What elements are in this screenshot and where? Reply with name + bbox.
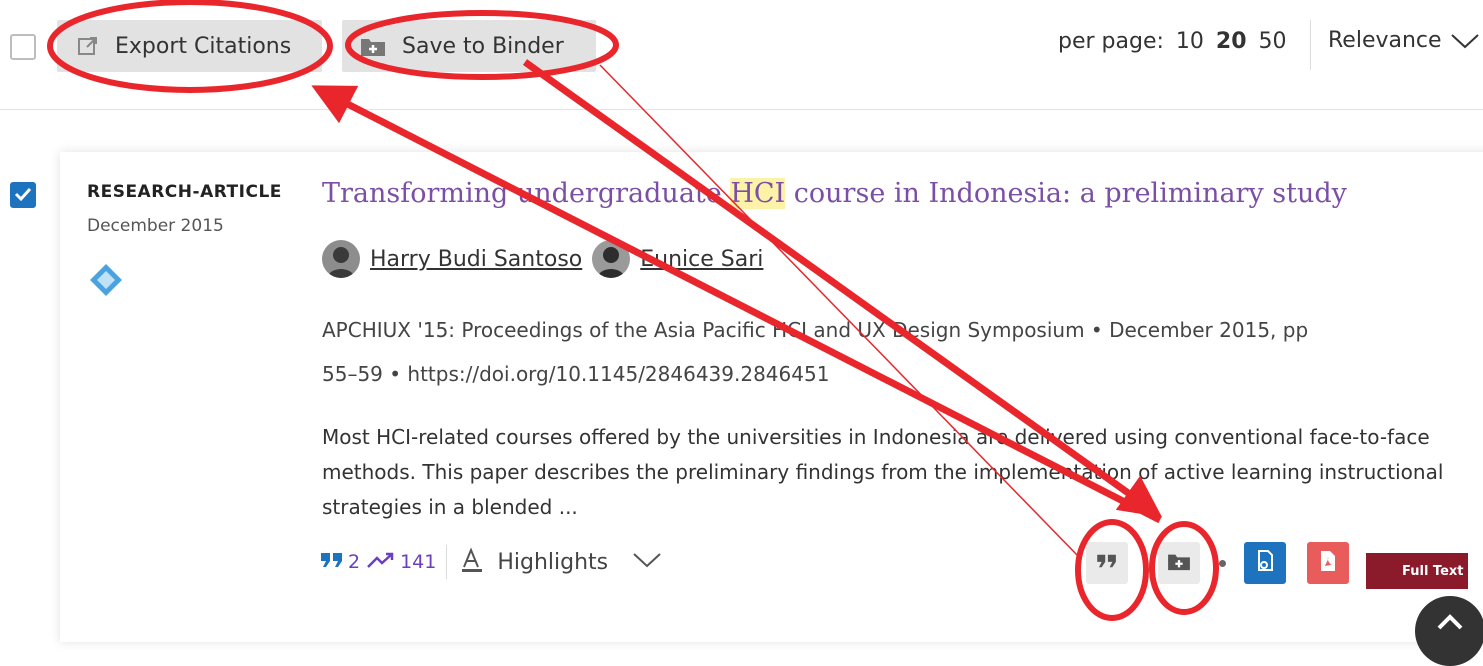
eye-document-icon (1253, 549, 1277, 577)
quote-icon (320, 551, 344, 574)
title-highlight: HCI (730, 178, 786, 209)
toolbar-divider (1310, 20, 1311, 70)
trending-up-icon (366, 551, 396, 574)
result-metrics: 2 141 Highlights (320, 545, 662, 579)
separator-dot (1219, 560, 1226, 567)
author-link[interactable]: Harry Budi Santoso (370, 247, 582, 272)
publication-info: APCHIUX '15: Proceedings of the Asia Pac… (322, 308, 1452, 396)
metrics-divider (446, 545, 448, 579)
result-type: RESEARCH-ARTICLE (87, 182, 282, 202)
folder-plus-icon (360, 35, 386, 57)
view-online-button[interactable] (1244, 542, 1286, 584)
highlights-toggle[interactable]: Highlights (497, 550, 608, 575)
folder-plus-icon (1167, 551, 1191, 575)
export-citations-button[interactable]: Export Citations (57, 20, 322, 72)
chevron-down-icon (1450, 32, 1480, 50)
per-page-label: per page: (1058, 29, 1164, 54)
acm-logo-icon (88, 262, 124, 302)
author-avatar (322, 240, 360, 278)
per-page-option-20[interactable]: 20 (1216, 29, 1247, 54)
citation-count: 2 (348, 551, 361, 573)
title-text-before: Transforming undergraduate (322, 178, 731, 209)
chevron-up-icon (1437, 614, 1463, 630)
per-page-option-50[interactable]: 50 (1259, 29, 1287, 54)
chevron-down-icon[interactable] (632, 551, 662, 574)
pdf-download-button[interactable] (1307, 542, 1349, 584)
result-select-checkbox[interactable] (10, 182, 36, 208)
author-link[interactable]: Eunice Sari (640, 247, 763, 272)
result-abstract: Most HCI-related courses offered by the … (322, 425, 1444, 519)
full-text-link[interactable]: Full Text (1366, 553, 1468, 589)
text-highlight-icon (459, 546, 485, 578)
title-text-after: course in Indonesia: a preliminary study (785, 178, 1347, 209)
result-title-link[interactable]: Transforming undergraduate HCI course in… (322, 178, 1347, 209)
sort-dropdown[interactable]: Relevance (1328, 28, 1480, 53)
pages-doi-line: 55–59 • https://doi.org/10.1145/2846439.… (322, 362, 830, 386)
pdf-icon (1317, 549, 1339, 577)
sort-label: Relevance (1328, 28, 1442, 53)
full-text-label: Full Text (1402, 563, 1464, 579)
proceedings-line: APCHIUX '15: Proceedings of the Asia Pac… (322, 318, 1309, 342)
download-count: 141 (400, 551, 437, 573)
export-citation-button[interactable] (1086, 542, 1128, 584)
author-list: Harry Budi Santoso Eunice Sari (322, 240, 773, 278)
quote-icon (1096, 553, 1118, 573)
per-page-option-10[interactable]: 10 (1176, 29, 1204, 54)
save-to-binder-label: Save to Binder (402, 33, 564, 59)
external-link-icon (77, 35, 99, 57)
add-to-binder-button[interactable] (1158, 542, 1200, 584)
save-to-binder-button[interactable]: Save to Binder (342, 20, 596, 72)
select-all-checkbox[interactable] (10, 34, 36, 60)
results-toolbar: Export Citations Save to Binder per page… (0, 0, 1483, 110)
scroll-to-top-button[interactable] (1415, 596, 1483, 666)
export-citations-label: Export Citations (115, 33, 292, 59)
checkmark-icon (14, 187, 32, 202)
result-date: December 2015 (87, 216, 224, 236)
per-page-selector: per page: 10 20 50 (1058, 29, 1287, 54)
author-avatar (592, 240, 631, 278)
